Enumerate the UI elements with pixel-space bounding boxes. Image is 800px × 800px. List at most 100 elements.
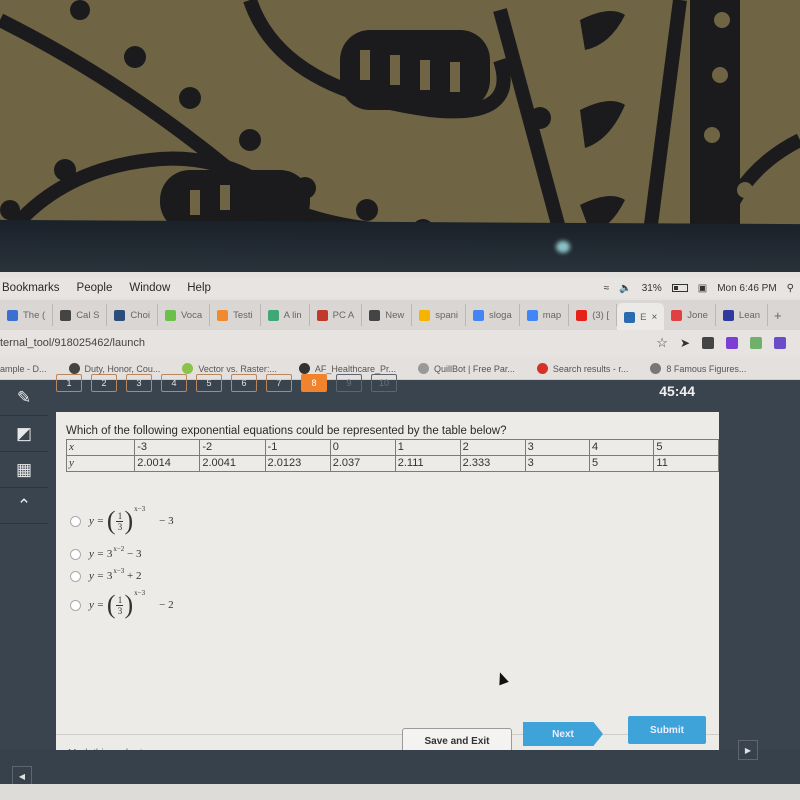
option-2-equation: y = 3 x−2 − 3 <box>89 545 141 560</box>
question-nav-button[interactable]: 6 <box>231 374 257 392</box>
browser-tab[interactable]: (3) [ <box>569 304 618 326</box>
browser-tab[interactable]: map <box>520 304 570 326</box>
browser-tab[interactable]: E × <box>617 303 665 331</box>
battery-icon[interactable] <box>671 284 688 292</box>
tab-favicon-icon <box>7 309 18 321</box>
question-nav-button[interactable]: 2 <box>91 374 117 392</box>
audio-tool-button[interactable]: ◩ <box>0 416 48 452</box>
tab-label: Testi <box>233 309 253 321</box>
table-cell-y: 2.0123 <box>264 455 331 472</box>
option-1[interactable]: y = ( 13 ) x−3 − 3 <box>70 505 174 535</box>
table-cell-x: -2 <box>199 439 266 456</box>
table-cell-x: -1 <box>264 439 331 456</box>
option-4[interactable]: y = ( 13 ) x−3 − 2 <box>70 589 174 619</box>
purple-extension-icon[interactable] <box>774 337 786 349</box>
table-cell-y: 2.0014 <box>134 455 201 472</box>
browser-tab[interactable]: sloga <box>466 304 520 326</box>
option-3-equation: y = 3 x−3 + 2 <box>89 567 142 582</box>
question-nav-button[interactable]: 4 <box>161 374 187 392</box>
address-bar[interactable]: ternal_tool/918025462/launch ☆ ➤ <box>0 330 800 356</box>
tab-favicon-icon <box>624 311 636 323</box>
menu-help[interactable]: Help <box>187 282 211 294</box>
exponent: x−3 <box>134 505 146 513</box>
bookmark-favicon-icon <box>536 363 548 374</box>
question-navigation: 1 2 3 4 5 6 7 8 9 10 <box>56 374 397 392</box>
submit-button[interactable]: Submit <box>628 716 706 744</box>
browser-tab[interactable]: Testi <box>210 304 261 326</box>
bookmark-item[interactable]: Duty, Honor, Cou... <box>68 363 160 374</box>
right-paren: ) <box>124 506 134 535</box>
browser-tab[interactable]: A lin <box>261 304 310 326</box>
option-4-constant: − 2 <box>159 599 174 611</box>
browser-tab[interactable]: Jone <box>664 304 716 326</box>
browser-tab[interactable]: Lean <box>716 304 769 326</box>
browser-tab[interactable]: New <box>362 304 413 326</box>
wifi-icon[interactable]: ≈ <box>604 283 610 294</box>
light-reflection <box>556 240 570 253</box>
next-activity-button[interactable]: ▶ <box>738 740 758 760</box>
table-cell-x: 3 <box>524 439 591 456</box>
menu-window[interactable]: Window <box>129 282 170 294</box>
background-wall-photo <box>0 0 800 232</box>
calculator-tool-button[interactable]: ▦ <box>0 452 48 488</box>
option-3-radio[interactable] <box>70 570 81 582</box>
question-nav-button[interactable]: 7 <box>266 374 292 392</box>
browser-tab[interactable]: Choi <box>107 304 158 326</box>
next-button[interactable]: Next <box>523 722 603 746</box>
table-cell-y: 5 <box>589 455 655 472</box>
menu-people[interactable]: People <box>77 282 113 294</box>
volume-icon[interactable]: 🔈 <box>619 283 631 294</box>
shield-extension-icon[interactable] <box>702 337 714 349</box>
question-nav-button[interactable]: 1 <box>56 374 82 392</box>
browser-tab[interactable]: Voca <box>158 304 211 326</box>
url-text[interactable]: ternal_tool/918025462/launch <box>0 337 145 349</box>
pencil-tool-button[interactable]: ✎ <box>0 380 48 416</box>
bookmark-star-icon[interactable]: ☆ <box>656 335 668 351</box>
question-nav-button[interactable]: 8 <box>301 374 327 392</box>
collapse-tool-button[interactable]: ⌃ <box>0 488 48 524</box>
option-2-radio[interactable] <box>70 548 81 560</box>
bookmark-label: ample - D... <box>0 363 47 374</box>
image-extension-icon[interactable] <box>750 337 762 349</box>
right-paren: ) <box>124 590 134 619</box>
menu-bookmarks[interactable]: Bookmarks <box>2 282 60 294</box>
table-cell-x: 5 <box>653 439 719 456</box>
wall-pattern <box>0 0 800 232</box>
tool-sidebar: ✎ ◩ ▦ ⌃ <box>0 380 54 725</box>
tab-favicon-icon <box>316 309 328 321</box>
browser-tab[interactable]: PC A <box>310 304 363 326</box>
previous-activity-button[interactable]: ◀ <box>12 766 32 786</box>
tab-label: The ( <box>23 309 46 321</box>
bookmark-item[interactable]: 8 Famous Figures... <box>650 363 746 374</box>
question-nav-button[interactable]: 10 <box>371 374 397 392</box>
bookmark-item[interactable]: Vector vs. Raster:... <box>182 363 277 374</box>
option-3[interactable]: y = 3 x−3 + 2 <box>70 567 142 582</box>
bookmark-item[interactable]: Search results - r... <box>536 363 628 374</box>
option-2[interactable]: y = 3 x−2 − 3 <box>70 545 141 560</box>
option-2-lhs: y = <box>89 548 105 560</box>
clock[interactable]: Mon 6:46 PM <box>717 283 776 294</box>
question-nav-button[interactable]: 3 <box>126 374 152 392</box>
tab-favicon-icon <box>526 309 538 321</box>
rocket-extension-icon[interactable]: ➤ <box>680 336 690 350</box>
browser-tab[interactable]: spani <box>412 304 467 326</box>
option-1-radio[interactable] <box>70 515 81 527</box>
browser-tab[interactable]: The ( <box>0 304 54 326</box>
display-icon[interactable]: ▣ <box>698 283 707 294</box>
table-cell-x: 4 <box>589 439 655 456</box>
new-tab-icon[interactable]: + <box>774 308 782 323</box>
bookmark-item[interactable]: AF_Healthcare_Pr... <box>298 363 396 374</box>
question-nav-button[interactable]: 9 <box>336 374 362 392</box>
bookmark-item[interactable]: QuillBot | Free Par... <box>417 363 515 374</box>
bookmark-item[interactable]: ample - D... <box>0 364 47 374</box>
option-3-constant: + 2 <box>127 570 142 582</box>
browser-tab[interactable]: Cal S <box>53 304 108 326</box>
option-4-radio[interactable] <box>70 599 81 611</box>
exponent: x−3 <box>134 589 146 597</box>
puzzle-extension-icon[interactable] <box>726 337 738 349</box>
spotlight-search-icon[interactable]: ⚲ <box>787 283 794 294</box>
table-header-y: y <box>65 455 136 472</box>
close-tab-icon[interactable]: × <box>651 312 657 323</box>
left-paren: ( <box>106 590 116 619</box>
question-nav-button[interactable]: 5 <box>196 374 222 392</box>
